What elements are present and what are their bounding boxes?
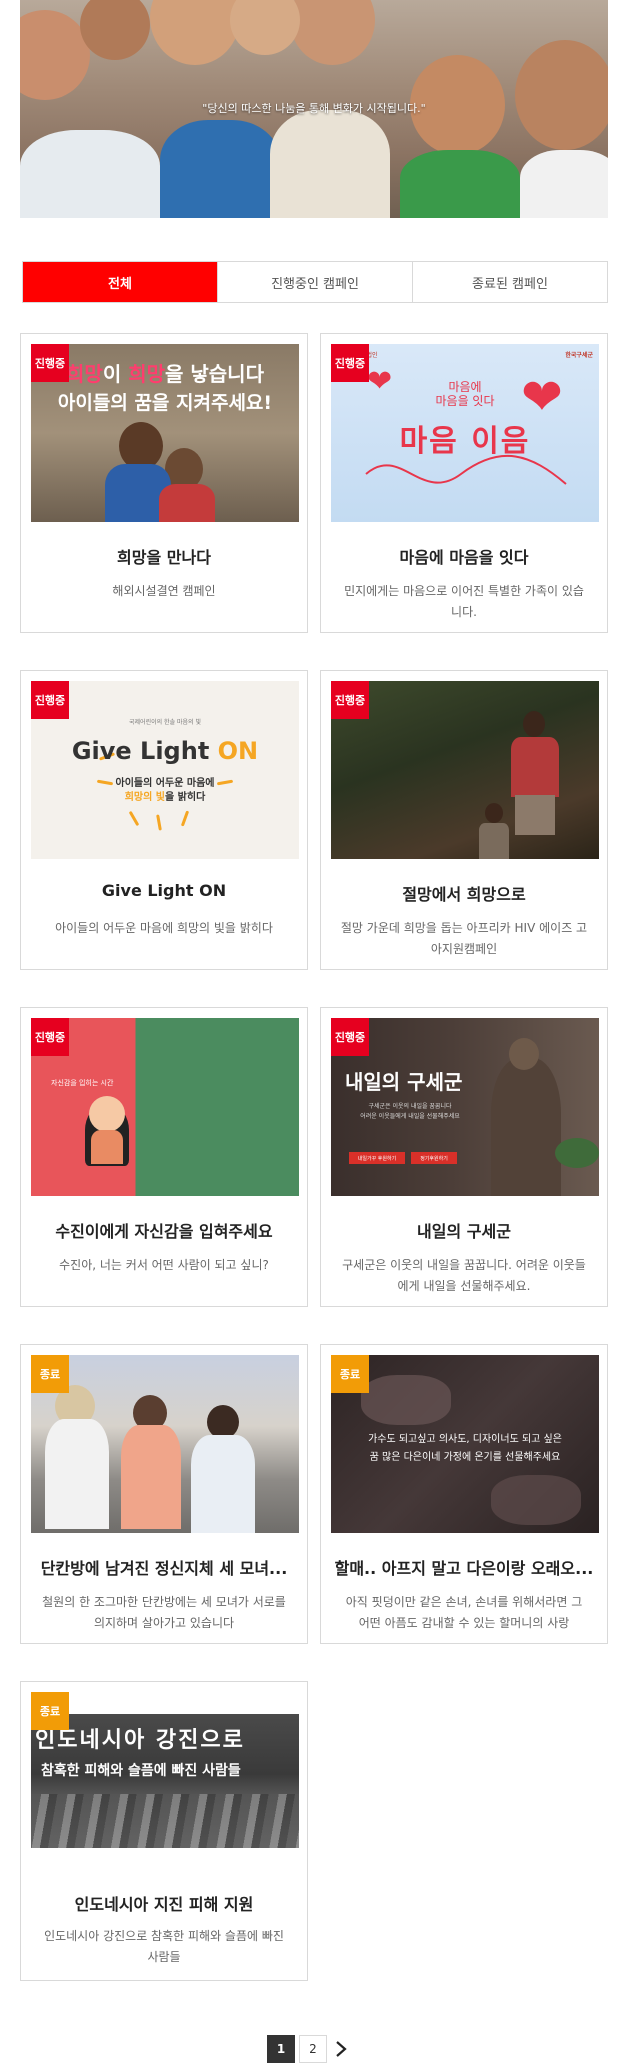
status-badge: 진행중 [331, 344, 369, 382]
hero-banner-image: "당신의 따스한 나눔을 통해 변화가 시작됩니다." [20, 0, 608, 218]
thumb-main-text: Give Light ON [71, 737, 259, 765]
thumb-text: 구세군은 이웃의 내일을 꿈꿉니다 어려운 이웃들에게 내일을 선물해주세요 [360, 1103, 460, 1120]
campaign-description: 인도네시아 강진으로 참혹한 피해와 슬픔에 빠진 사람들 [44, 1929, 284, 1964]
campaign-title[interactable]: 할매.. 아프지 말고 다은이랑 오래오... [329, 1555, 599, 1579]
tab-all[interactable]: 전체 [23, 262, 218, 302]
campaign-description: 해외시설결연 캠페인 [112, 584, 216, 598]
campaign-title[interactable]: 희망을 만나다 [29, 544, 299, 568]
status-badge: 진행중 [31, 1018, 69, 1056]
status-badge: 종료 [31, 1692, 69, 1730]
status-badge: 진행중 [31, 681, 69, 719]
campaign-thumbnail: 인도네시아 강진으로 참혹한 피해와 슬픔에 빠진 사람들 [31, 1714, 299, 1848]
status-badge: 진행중 [31, 344, 69, 382]
campaign-filter-tabs: 전체 진행중인 캠페인 종료된 캠페인 [22, 261, 608, 303]
campaign-title[interactable]: 절망에서 희망으로 [329, 881, 599, 905]
campaign-description: 구세군은 이웃의 내일을 꿈꿉니다. 어려운 이웃들에게 내일을 선물해주세요. [342, 1258, 586, 1293]
campaign-description: 아직 핏덩이만 같은 손녀, 손녀를 위해서라면 그 어떤 아픔도 감내할 수 … [345, 1595, 583, 1630]
campaign-description: 절망 가운데 희망을 돕는 아프리카 HIV 에이즈 고아지원캠페인 [340, 921, 588, 956]
campaign-description: 수진아, 너는 커서 어떤 사람이 되고 싶니? [59, 1258, 269, 1272]
thumb-subline: 참혹한 피해와 슬픔에 빠진 사람들 [41, 1763, 241, 1779]
campaign-description: 민지에게는 마음으로 이어진 특별한 가족이 있습니다. [344, 584, 584, 619]
status-badge: 진행중 [331, 1018, 369, 1056]
campaign-description: 철원의 한 조그마한 단칸방에는 세 모녀가 서로를 의지하며 살아가고 있습니… [42, 1595, 286, 1630]
campaign-title[interactable]: 단칸방에 남겨진 정신지체 세 모녀... [29, 1555, 299, 1579]
thumb-headline: 희망이 희망을 낳습니다 [66, 362, 264, 386]
campaign-card-heart[interactable]: 기독교한 방법인 한국구세군 ❤ ❤ 마음에 마음을 잇다 마음 이음 진행중 … [320, 333, 608, 633]
campaign-title[interactable]: 내일의 구세군 [329, 1218, 599, 1242]
campaign-thumbnail: 가수도 되고싶고 의사도, 디자이너도 되고 싶은 꿈 많은 다은이네 가정에 … [331, 1355, 599, 1533]
campaign-title[interactable]: 인도네시아 지진 피해 지원 [29, 1891, 299, 1915]
campaign-card-indonesia[interactable]: 인도네시아 강진으로 참혹한 피해와 슬픔에 빠진 사람들 종료 인도네시아 지… [20, 1681, 308, 1981]
thumb-top-text: 국제어린이의 한솔 마음의 빛 [129, 719, 201, 726]
hero-quote: "당신의 따스한 나눔을 통해 변화가 시작됩니다." [202, 102, 426, 115]
status-badge: 종료 [31, 1355, 69, 1393]
thumb-title: 내일의 구세군 [345, 1070, 463, 1094]
page-button-2[interactable]: 2 [299, 2035, 327, 2063]
thumb-corner-right: 한국구세군 [565, 352, 593, 359]
page-button-1[interactable]: 1 [267, 2035, 295, 2063]
campaign-card-salvation-army[interactable]: 내일의 구세군 구세군은 이웃의 내일을 꿈꿉니다 어려운 이웃들에게 내일을 … [320, 1007, 608, 1307]
page: "당신의 따스한 나눔을 통해 변화가 시작됩니다." 전체 진행중인 캠페인 … [0, 0, 628, 2063]
campaign-title[interactable]: 수진이에게 자신감을 입혀주세요 [29, 1218, 299, 1242]
tab-ongoing[interactable]: 진행중인 캠페인 [218, 262, 413, 302]
thumb-regular-button: 정기후원하기 [411, 1152, 457, 1164]
campaign-card-give-light[interactable]: 국제어린이의 한솔 마음의 빛 Give Light ON 아이들의 어두운 마… [20, 670, 308, 970]
thread-curve [365, 454, 567, 485]
campaign-thumbnail [31, 1355, 299, 1533]
chevron-right-icon[interactable] [331, 2035, 351, 2063]
campaign-thumbnail [331, 681, 599, 859]
campaign-title[interactable]: 마음에 마음을 잇다 [329, 544, 599, 568]
thumb-subline: 아이들의 꿈을 지켜주세요! [57, 392, 273, 414]
status-badge: 진행중 [331, 681, 369, 719]
campaign-card-sujin[interactable]: 자신감을 입히는 시간 진행중 수진이에게 자신감을 입혀주세요 수진아, 너는… [20, 1007, 308, 1307]
thumb-sub-text: 아이들의 어두운 마음에 희망의 빛을 밝히다 [115, 778, 215, 803]
campaign-card-grandma[interactable]: 가수도 되고싶고 의사도, 디자이너도 되고 싶은 꿈 많은 다은이네 가정에 … [320, 1344, 608, 1644]
campaign-thumbnail: 자신감을 입히는 시간 [31, 1018, 299, 1196]
thumb-donate-button: 내일가꾸 후원하기 [349, 1152, 405, 1164]
thumb-text: 가수도 되고싶고 의사도, 디자이너도 되고 싶은 꿈 많은 다은이네 가정에 … [368, 1434, 562, 1463]
status-badge: 종료 [331, 1355, 369, 1393]
campaign-card-despair-to-hope[interactable]: 진행중 절망에서 희망으로 절망 가운데 희망을 돕는 아프리카 HIV 에이즈… [320, 670, 608, 970]
campaign-thumbnail: 희망이 희망을 낳습니다 아이들의 꿈을 지켜주세요! [31, 344, 299, 522]
campaign-thumbnail: 국제어린이의 한솔 마음의 빛 Give Light ON 아이들의 어두운 마… [31, 681, 299, 859]
campaign-thumbnail: 기독교한 방법인 한국구세군 ❤ ❤ 마음에 마음을 잇다 마음 이음 [331, 344, 599, 522]
campaign-title[interactable]: Give Light ON [29, 881, 299, 900]
campaign-card-hope[interactable]: 희망이 희망을 낳습니다 아이들의 꿈을 지켜주세요! 진행중 희망을 만나다 … [20, 333, 308, 633]
campaign-thumbnail: 내일의 구세군 구세군은 이웃의 내일을 꿈꿉니다 어려운 이웃들에게 내일을 … [331, 1018, 599, 1196]
tab-ended[interactable]: 종료된 캠페인 [413, 262, 607, 302]
campaign-description: 아이들의 어두운 마음에 희망의 빛을 밝히다 [55, 921, 273, 935]
campaign-card-three-women[interactable]: 종료 단칸방에 남겨진 정신지체 세 모녀... 철원의 한 조그마한 단칸방에… [20, 1344, 308, 1644]
pagination: 1 2 [267, 2035, 351, 2063]
thumb-caption: 자신감을 입히는 시간 [51, 1079, 114, 1087]
thumb-small-text: 마음에 마음을 잇다 [435, 380, 495, 408]
